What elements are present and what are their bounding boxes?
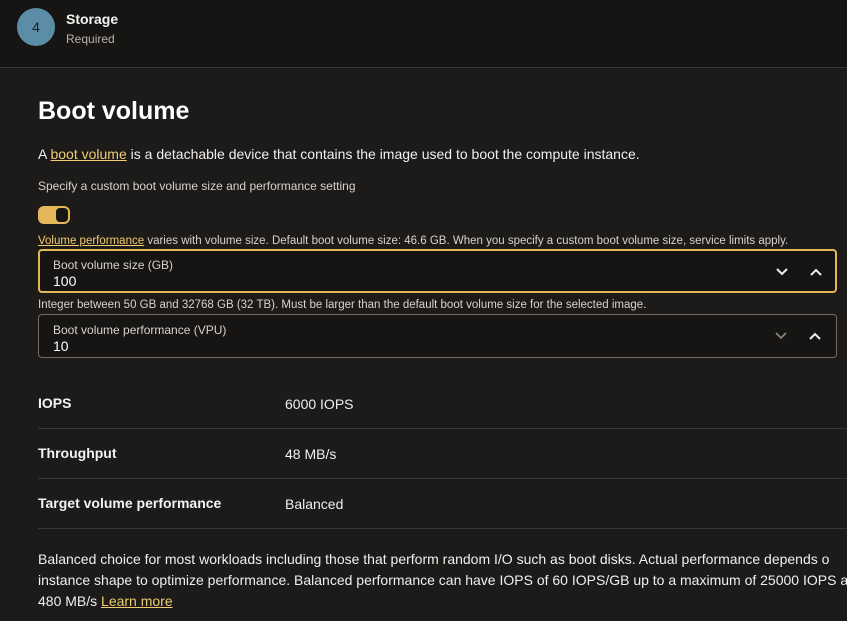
boot-volume-size-hint: Integer between 50 GB and 32768 GB (32 T… xyxy=(38,299,647,311)
boot-volume-size-value[interactable]: 100 xyxy=(53,273,76,289)
boot-volume-size-input[interactable]: Boot volume size (GB) 100 xyxy=(38,249,837,293)
iops-row: IOPS 6000 IOPS xyxy=(38,378,847,429)
metric-value: Balanced xyxy=(285,496,344,512)
description-line: 480 MB/s Learn more xyxy=(38,591,847,612)
boot-volume-link[interactable]: boot volume xyxy=(50,146,126,162)
custom-size-toggle-label: Specify a custom boot volume size and pe… xyxy=(38,179,356,193)
chevron-down-icon[interactable] xyxy=(772,327,790,345)
metric-value: 6000 IOPS xyxy=(285,396,354,412)
target-performance-row: Target volume performance Balanced xyxy=(38,478,847,529)
description-suffix: is a detachable device that contains the… xyxy=(126,146,640,162)
metric-label: Target volume performance xyxy=(38,495,222,511)
performance-description: Balanced choice for most workloads inclu… xyxy=(38,549,847,612)
description-line: Balanced choice for most workloads inclu… xyxy=(38,551,830,567)
learn-more-link[interactable]: Learn more xyxy=(101,593,173,609)
chevron-up-icon[interactable] xyxy=(807,263,825,281)
performance-note-text: varies with volume size. Default boot vo… xyxy=(144,235,789,247)
step-header: 4 Storage Required xyxy=(0,0,847,68)
step-number: 4 xyxy=(32,19,40,35)
volume-performance-note: Volume performance varies with volume si… xyxy=(38,235,788,247)
description-text: 480 MB/s xyxy=(38,593,102,609)
step-number-badge: 4 xyxy=(17,8,55,46)
chevron-up-icon[interactable] xyxy=(806,327,824,345)
metric-value: 48 MB/s xyxy=(285,446,337,462)
page-title: Boot volume xyxy=(38,97,190,125)
step-subtitle: Required xyxy=(66,32,115,46)
step-title[interactable]: Storage xyxy=(66,11,118,27)
boot-volume-vpu-input[interactable]: Boot volume performance (VPU) 10 xyxy=(38,314,837,358)
boot-volume-vpu-value[interactable]: 10 xyxy=(53,338,69,354)
boot-volume-vpu-label: Boot volume performance (VPU) xyxy=(53,323,227,337)
throughput-row: Throughput 48 MB/s xyxy=(38,428,847,479)
description-line: instance shape to optimize performance. … xyxy=(38,572,847,588)
toggle-knob xyxy=(56,208,68,222)
metric-label: Throughput xyxy=(38,445,117,461)
volume-performance-link[interactable]: Volume performance xyxy=(38,235,144,247)
boot-volume-size-label: Boot volume size (GB) xyxy=(53,258,174,272)
custom-size-toggle[interactable] xyxy=(38,206,70,224)
boot-volume-description: A boot volume is a detachable device tha… xyxy=(38,146,640,162)
metric-label: IOPS xyxy=(38,395,72,411)
description-prefix: A xyxy=(38,146,51,162)
chevron-down-icon[interactable] xyxy=(773,263,791,281)
